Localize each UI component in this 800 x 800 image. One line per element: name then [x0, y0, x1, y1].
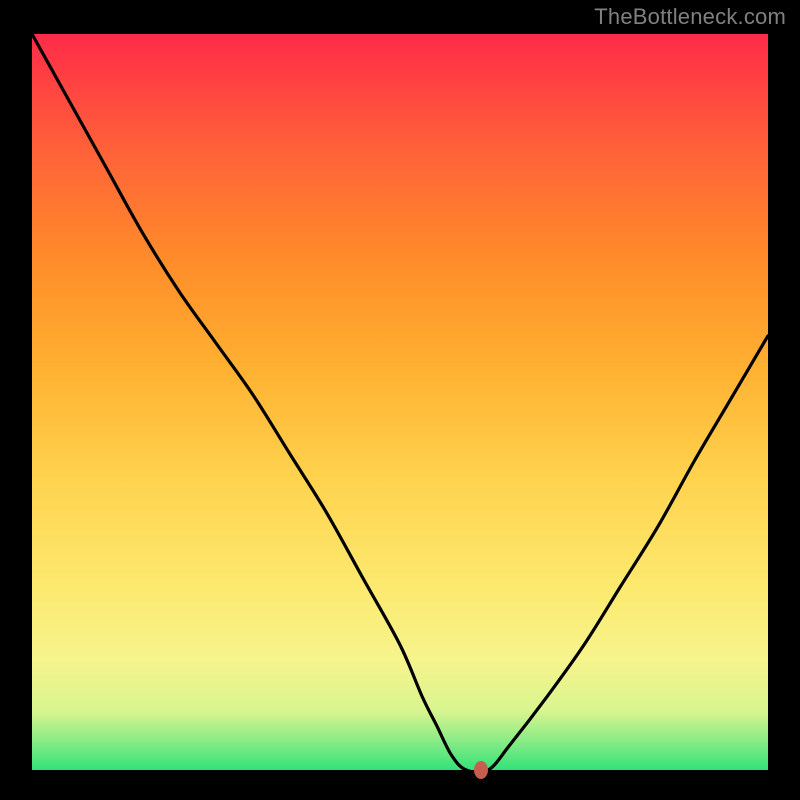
chart-frame: TheBottleneck.com [0, 0, 800, 800]
minimum-marker [474, 761, 488, 779]
watermark-text: TheBottleneck.com [594, 4, 786, 30]
bottleneck-curve [32, 34, 768, 770]
plot-area [32, 34, 768, 770]
